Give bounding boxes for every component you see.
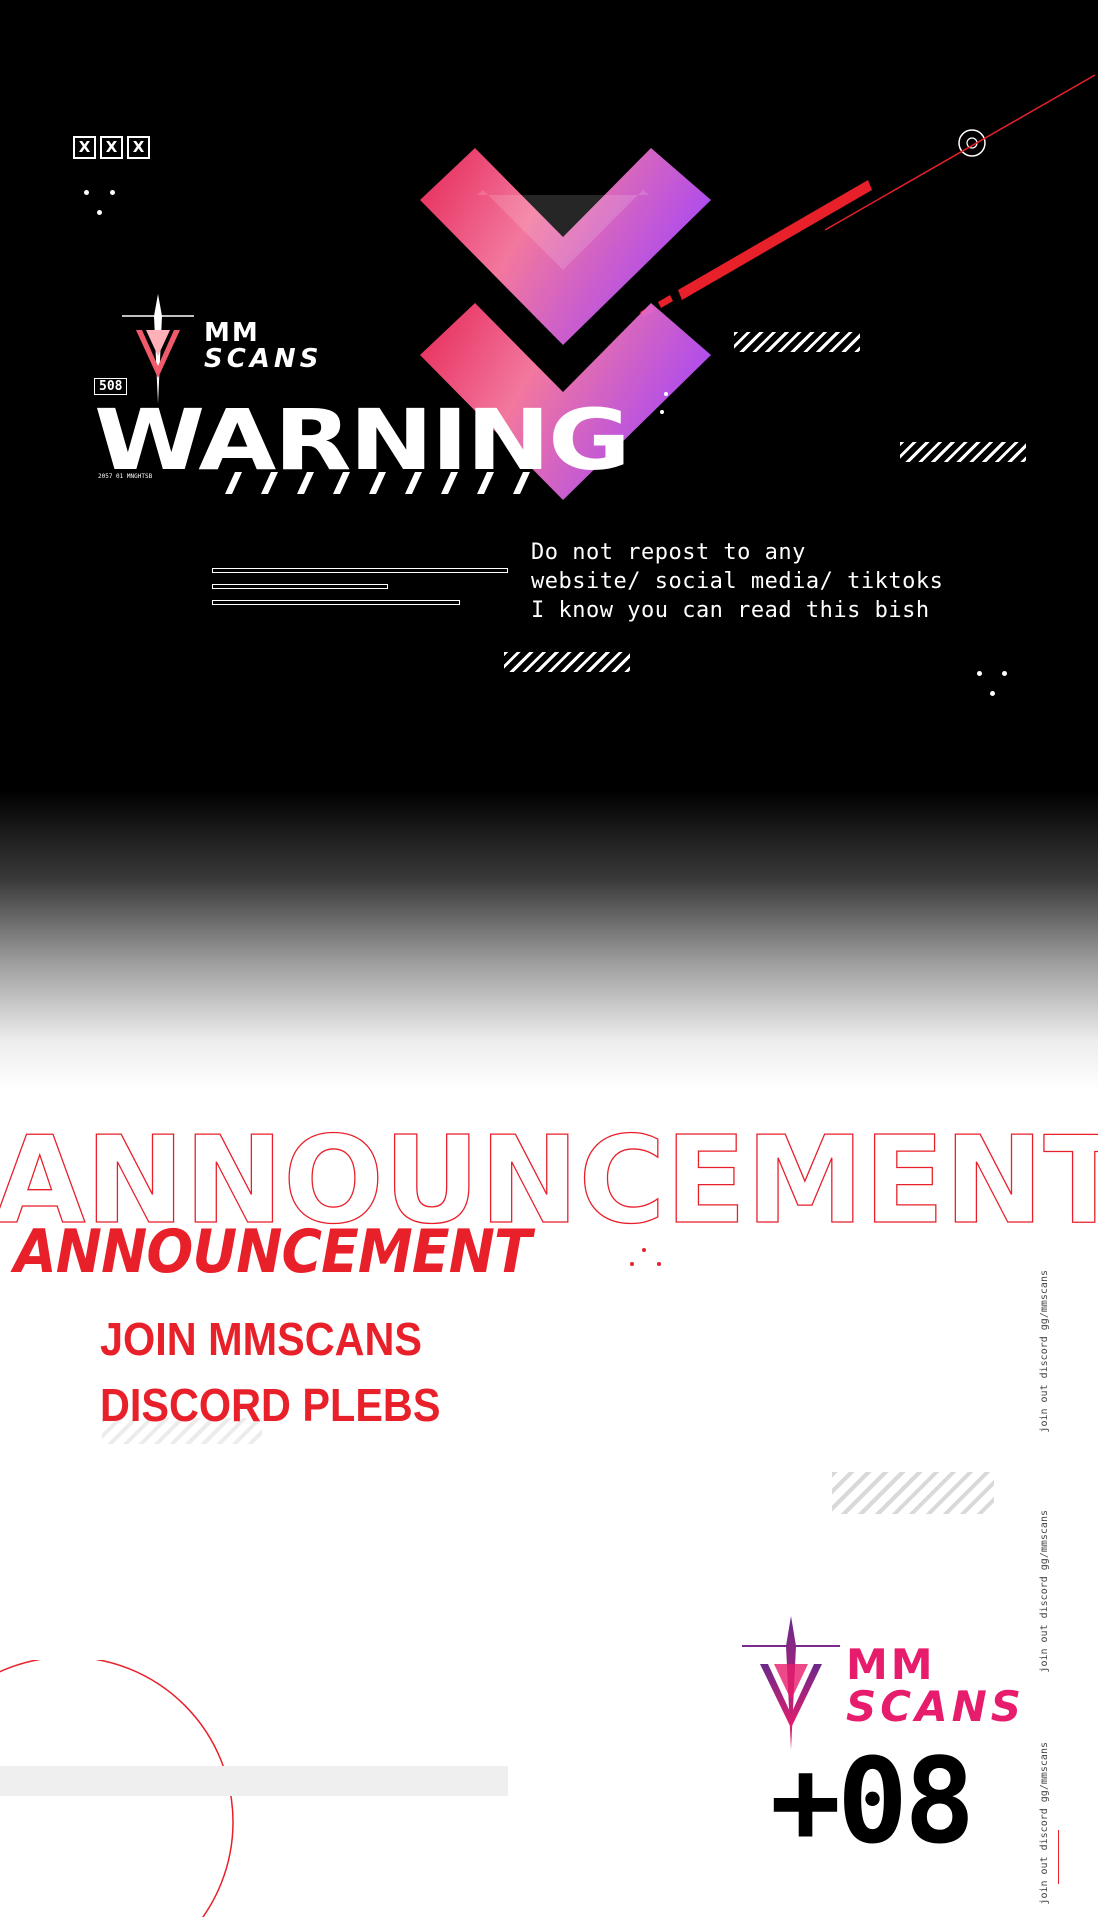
brand-wordmark: MM SCANS (846, 1644, 1025, 1728)
announcement-outline-banner: ANNOUNCEMENT (0, 1111, 1098, 1230)
decor-dot (990, 691, 995, 696)
decor-dot (1002, 671, 1007, 676)
brand-line-scans: SCANS (204, 344, 323, 374)
vertical-note: join out discord gg/mmscans (1039, 1510, 1050, 1673)
circle-target-icon (958, 129, 986, 157)
brand-line-scans: SCANS (846, 1682, 1025, 1731)
decor-bar (212, 584, 388, 589)
micro-label: 2057 01 MNGHTSB (98, 473, 153, 480)
decor-dot (110, 190, 115, 195)
announcement-outline-word: ANNOUNCEMENT (0, 1112, 1098, 1230)
hatch-strip (504, 652, 630, 672)
brand-star-icon (122, 294, 194, 404)
decor-bar (212, 568, 508, 573)
vertical-note: join out discord gg/mmscans (1039, 1742, 1050, 1905)
decor-bar (212, 600, 460, 605)
x-mark: X (100, 136, 123, 159)
decor-dot (977, 671, 982, 676)
decor-dot (84, 190, 89, 195)
brand-line-mm: MM (846, 1640, 936, 1689)
decor-dot (97, 210, 102, 215)
decor-dot (630, 1262, 634, 1266)
decor-dot (642, 1248, 646, 1252)
repost-warning-text: Do not repost to any website/ social med… (531, 540, 944, 623)
x-mark: X (127, 136, 150, 159)
x-mark-group: X X X (73, 136, 150, 159)
discord-message-line: JOIN MMSCANS (100, 1313, 423, 1365)
red-tick-line (1058, 1830, 1059, 1884)
x-mark: X (73, 136, 96, 159)
brand-wordmark: MM SCANS (204, 320, 322, 372)
discord-message: JOIN MMSCANS DISCORD PLEBS (100, 1306, 440, 1438)
slash-row (225, 472, 530, 494)
decor-dot (660, 410, 664, 414)
chapter-counter: +08 (770, 1732, 975, 1870)
announcement-title: ANNOUNCEMENT (14, 1217, 532, 1287)
brand-line-mm: MM (204, 318, 260, 348)
decor-dot (664, 392, 668, 396)
hatch-strip (900, 442, 1026, 462)
decor-dot (657, 1262, 661, 1266)
vertical-note: join out discord gg/mmscans (1039, 1270, 1050, 1433)
grey-band (0, 1766, 508, 1796)
hatch-strip (832, 1472, 994, 1514)
discord-message-line: DISCORD PLEBS (100, 1379, 441, 1431)
